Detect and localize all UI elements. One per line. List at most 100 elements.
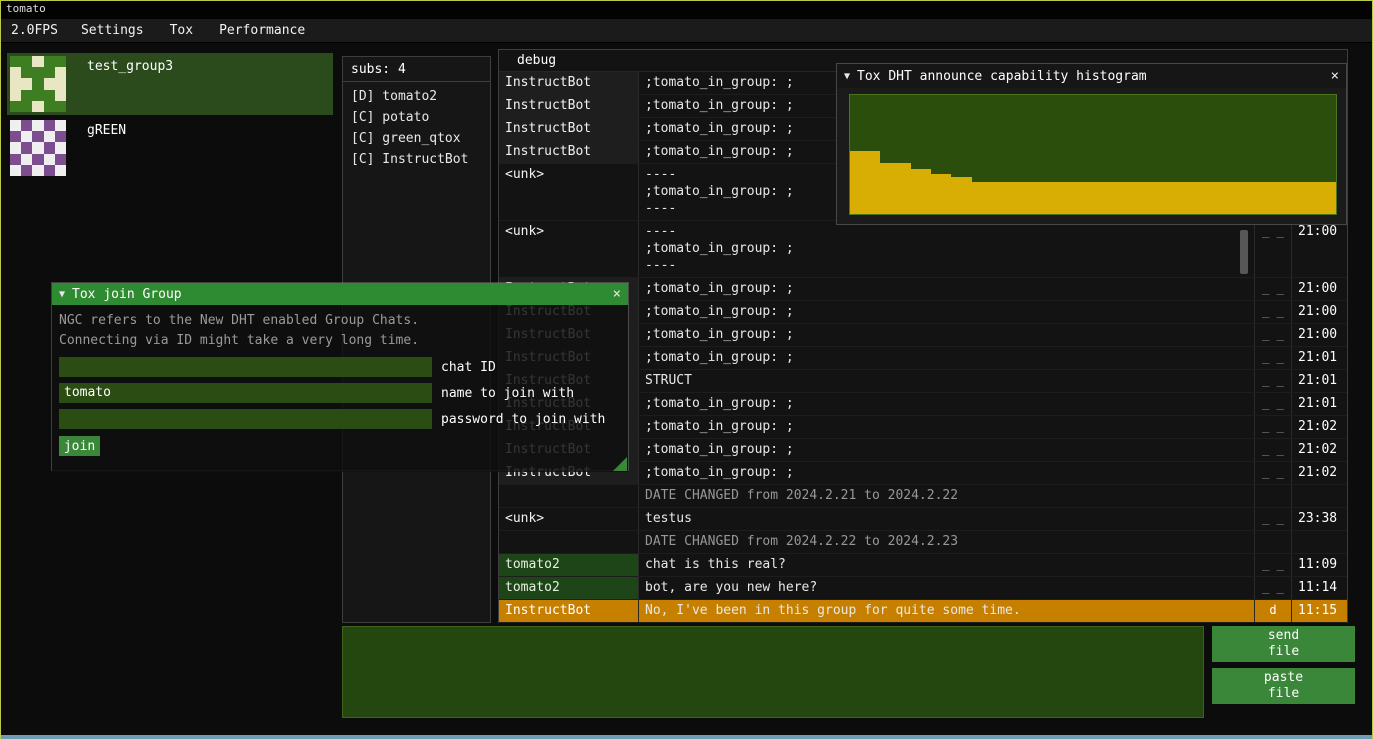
message-input[interactable] xyxy=(342,626,1204,718)
timestamp: 23:38 xyxy=(1292,508,1345,530)
histogram-bar xyxy=(911,169,921,214)
receipt-marks: _ _ xyxy=(1255,301,1292,323)
message-text: ;tomato_in_group: ; xyxy=(639,347,1255,369)
histogram-bar xyxy=(1002,182,1012,214)
timestamp: 11:14 xyxy=(1292,577,1345,599)
paste-file-button[interactable]: paste file xyxy=(1212,668,1355,704)
peer-list-item[interactable]: [C] potato xyxy=(343,107,490,128)
histogram-bar xyxy=(870,151,880,214)
chat-message-row[interactable]: tomato2chat is this real?_ _11:09 xyxy=(499,554,1347,577)
message-text: chat is this real? xyxy=(639,554,1255,576)
receipt-marks: _ _ xyxy=(1255,393,1292,415)
chat-id-input[interactable] xyxy=(59,357,432,377)
fps-counter: 2.0FPS xyxy=(1,23,68,38)
message-text: testus xyxy=(639,508,1255,530)
close-icon[interactable]: × xyxy=(1331,69,1339,83)
send-file-button[interactable]: send file xyxy=(1212,626,1355,662)
join-info-line: Connecting via ID might take a very long… xyxy=(59,331,628,351)
histogram-bar xyxy=(1194,182,1204,214)
receipt-marks: _ _ xyxy=(1255,416,1292,438)
histogram-bar xyxy=(951,177,961,214)
message-text: bot, are you new here? xyxy=(639,577,1255,599)
message-text: ---- ;tomato_in_group: ; ---- xyxy=(639,221,1255,277)
chat-message-row[interactable]: tomato2bot, are you new here?_ _11:14 xyxy=(499,577,1347,600)
group-item-gREEN[interactable]: gREEN xyxy=(7,117,333,179)
peer-list-item[interactable]: [C] green_qtox xyxy=(343,128,490,149)
join-name-row: tomato name to join with xyxy=(59,383,628,403)
group-item-test_group3[interactable]: test_group3 xyxy=(7,53,333,115)
histogram-bar xyxy=(880,163,890,214)
timestamp: 21:00 xyxy=(1292,278,1345,300)
message-text: ;tomato_in_group: ; xyxy=(639,439,1255,461)
timestamp: 21:00 xyxy=(1292,301,1345,323)
message-text: No, I've been in this group for quite so… xyxy=(639,600,1255,622)
sender-name: InstructBot xyxy=(499,72,639,94)
message-text: ;tomato_in_group: ; xyxy=(639,393,1255,415)
timestamp: 21:02 xyxy=(1292,462,1345,484)
chat-message-row[interactable]: <unk>testus_ _23:38 xyxy=(499,508,1347,531)
message-text: ;tomato_in_group: ; xyxy=(639,278,1255,300)
message-text: ;tomato_in_group: ; xyxy=(639,416,1255,438)
histogram-bar xyxy=(1083,182,1093,214)
receipt-marks: _ _ xyxy=(1255,347,1292,369)
receipt-marks: _ _ xyxy=(1255,324,1292,346)
chat-id-row: chat ID xyxy=(59,357,628,377)
timestamp: 11:15 xyxy=(1292,600,1345,622)
join-fields: chat ID tomato name to join with password t… xyxy=(59,357,628,429)
dht-histogram-window: ▼ Tox DHT announce capability histogram … xyxy=(836,63,1347,225)
join-button[interactable]: join xyxy=(59,436,100,456)
receipt-marks: _ _ xyxy=(1255,439,1292,461)
join-password-input[interactable] xyxy=(59,409,432,429)
histogram-bars xyxy=(850,95,1336,214)
peer-list-item[interactable]: [D] tomato2 xyxy=(343,86,490,107)
peer-list-item[interactable]: [C] InstructBot xyxy=(343,149,490,170)
receipt-marks: _ _ xyxy=(1255,462,1292,484)
histogram-bar xyxy=(1022,182,1032,214)
receipt-marks: _ _ xyxy=(1255,278,1292,300)
timestamp: 21:02 xyxy=(1292,416,1345,438)
dht-histogram-window-title: Tox DHT announce capability histogram xyxy=(857,69,1147,84)
histogram-bar xyxy=(992,182,1002,214)
collapse-arrow-icon[interactable]: ▼ xyxy=(59,289,65,300)
close-icon[interactable]: × xyxy=(613,287,621,301)
receipt-marks: _ _ xyxy=(1255,554,1292,576)
chat-message-row[interactable]: InstructBotNo, I've been in this group f… xyxy=(499,600,1347,623)
histogram-bar xyxy=(1235,182,1245,214)
histogram-bar xyxy=(850,151,860,214)
menu-item-settings[interactable]: Settings xyxy=(68,23,157,38)
join-group-window-titlebar[interactable]: ▼ Tox join Group × xyxy=(52,283,628,305)
histogram-bar xyxy=(1134,182,1144,214)
histogram-bar xyxy=(941,174,951,214)
histogram-bar xyxy=(1215,182,1225,214)
timestamp: 21:02 xyxy=(1292,439,1345,461)
collapse-arrow-icon[interactable]: ▼ xyxy=(844,71,850,82)
histogram-bar xyxy=(1306,182,1316,214)
histogram-bar xyxy=(1204,182,1214,214)
dht-histogram-window-titlebar[interactable]: ▼ Tox DHT announce capability histogram … xyxy=(837,64,1346,88)
peer-list: [D] tomato2[C] potato[C] green_qtox[C] I… xyxy=(343,86,490,170)
join-name-label: name to join with xyxy=(441,386,574,401)
menu-item-performance[interactable]: Performance xyxy=(206,23,318,38)
sender-name: tomato2 xyxy=(499,577,639,599)
chat-scrollbar-thumb[interactable] xyxy=(1240,230,1248,274)
histogram-bar xyxy=(1012,182,1022,214)
timestamp: 21:00 xyxy=(1292,324,1345,346)
sender-name: <unk> xyxy=(499,164,639,220)
histogram-bar xyxy=(921,169,931,214)
group-label: gREEN xyxy=(69,117,126,179)
join-name-input[interactable]: tomato xyxy=(59,383,432,403)
chat-message-row[interactable]: <unk>---- ;tomato_in_group: ; ----_ _21:… xyxy=(499,221,1347,278)
message-text: ;tomato_in_group: ; xyxy=(639,301,1255,323)
timestamp xyxy=(1292,531,1345,553)
histogram-bar xyxy=(1225,182,1235,214)
menu-item-tox[interactable]: Tox xyxy=(157,23,206,38)
resize-grip[interactable] xyxy=(613,457,627,471)
join-password-row: password to join with xyxy=(59,409,628,429)
tab-debug[interactable]: debug xyxy=(517,53,556,68)
window-title: tomato xyxy=(1,1,1372,19)
timestamp xyxy=(1292,485,1345,507)
message-text: DATE CHANGED from 2024.2.21 to 2024.2.22 xyxy=(639,485,1255,507)
histogram-bar xyxy=(1042,182,1052,214)
join-group-window-body: NGC refers to the New DHT enabled Group … xyxy=(52,305,628,472)
group-avatar-icon xyxy=(10,120,66,176)
